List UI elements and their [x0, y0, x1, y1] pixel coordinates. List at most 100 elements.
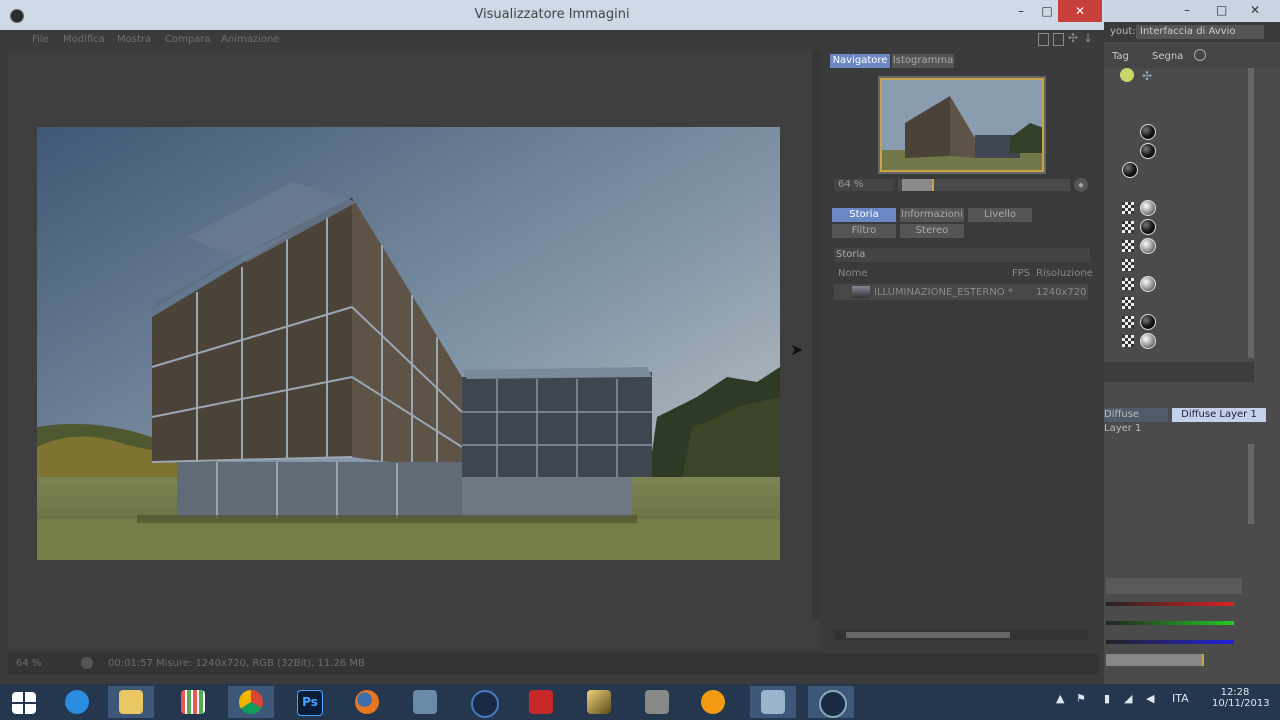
- tab-filtro[interactable]: Filtro: [832, 224, 896, 238]
- menu-mostra[interactable]: Mostra: [117, 34, 151, 45]
- tab-stereo[interactable]: Stereo: [900, 224, 964, 238]
- material-ball[interactable]: [1140, 314, 1156, 330]
- photoshop-label: Ps: [297, 690, 323, 716]
- tab-livello[interactable]: Livello: [968, 208, 1032, 222]
- desktop-icon[interactable]: [750, 686, 796, 718]
- material-ball[interactable]: [1140, 219, 1156, 235]
- texture-tag-icon[interactable]: [1122, 278, 1134, 290]
- history-hscroll-thumb[interactable]: [846, 632, 1010, 638]
- history-resolution: 1240x720: [1036, 287, 1087, 298]
- chrome-icon[interactable]: [228, 686, 274, 718]
- navigator-preview[interactable]: [878, 76, 1046, 174]
- material-ball[interactable]: [1140, 124, 1156, 140]
- window-titlebar: Visualizzatore Immagini – □ ✕: [0, 0, 1104, 30]
- media-player-icon[interactable]: [690, 686, 736, 718]
- material-ball[interactable]: [1140, 200, 1156, 216]
- zoom-slider[interactable]: [898, 179, 1070, 191]
- tab-segna[interactable]: Segna: [1152, 51, 1183, 62]
- firefox-icon[interactable]: [344, 686, 390, 718]
- language-indicator[interactable]: ITA: [1172, 692, 1189, 705]
- column-fps[interactable]: FPS: [1012, 268, 1030, 279]
- maximize-button-bg[interactable]: □: [1216, 3, 1227, 17]
- red-channel-bar[interactable]: [1106, 602, 1234, 606]
- tab-istogramma[interactable]: Istogramma: [892, 54, 954, 68]
- autocad-icon[interactable]: [518, 686, 564, 718]
- texture-tag-icon[interactable]: [1122, 335, 1134, 347]
- tab-navigatore[interactable]: Navigatore: [830, 54, 890, 68]
- start-icon[interactable]: [0, 686, 46, 718]
- texture-tag-icon[interactable]: [1122, 259, 1134, 271]
- close-button-bg[interactable]: ✕: [1250, 3, 1260, 17]
- tray-network-icon[interactable]: ◢: [1124, 692, 1132, 705]
- menu-file[interactable]: File: [32, 34, 49, 45]
- channel-slider[interactable]: [1106, 578, 1242, 594]
- menu-animazione[interactable]: Animazione: [221, 34, 279, 45]
- zoom-slider-handle[interactable]: [902, 179, 934, 191]
- target-icon[interactable]: [1120, 68, 1134, 82]
- history-name: ILLUMINAZIONE_ESTERNO *: [874, 287, 1013, 298]
- cinema4d-icon[interactable]: [460, 686, 506, 718]
- texture-tag-icon[interactable]: [1122, 316, 1134, 328]
- move-icon[interactable]: ✣: [1142, 70, 1154, 82]
- zoom-field[interactable]: 64 %: [834, 179, 894, 191]
- object-scrollbar[interactable]: [1248, 68, 1254, 358]
- render-icon[interactable]: [634, 686, 680, 718]
- zoom-reset-button[interactable]: ◆: [1074, 178, 1088, 192]
- blue-channel-bar[interactable]: [1106, 640, 1234, 644]
- clock-time: 12:28: [1220, 687, 1250, 698]
- attributes-scrollbar[interactable]: [1248, 444, 1254, 524]
- material-ball[interactable]: [1140, 238, 1156, 254]
- history-section-title: Storia: [834, 248, 1090, 262]
- internet-explorer-icon[interactable]: [54, 686, 100, 718]
- minimize-button-bg[interactable]: –: [1184, 3, 1190, 17]
- photoshop-icon[interactable]: Ps: [286, 686, 332, 718]
- menu-compara[interactable]: Compara: [165, 34, 211, 45]
- layout-select[interactable]: Interfaccia di Avvio: [1136, 25, 1264, 39]
- maximize-button[interactable]: □: [1034, 0, 1060, 22]
- archicad-icon[interactable]: [576, 686, 622, 718]
- tool-icon[interactable]: [402, 686, 448, 718]
- search-icon[interactable]: [1194, 49, 1206, 61]
- arrow-down-icon[interactable]: ↓: [1083, 31, 1093, 45]
- material-ball[interactable]: [1122, 162, 1138, 178]
- material-ball[interactable]: [1140, 276, 1156, 292]
- texture-tag-icon[interactable]: [1122, 297, 1134, 309]
- tab-diffuse-layer[interactable]: Diffuse Layer 1: [1172, 408, 1266, 422]
- texture-tag-icon[interactable]: [1122, 240, 1134, 252]
- tray-volume-icon[interactable]: ◀: [1146, 692, 1154, 705]
- clock[interactable]: 12:28 10/11/2013: [1212, 687, 1270, 709]
- close-button[interactable]: ✕: [1058, 0, 1102, 22]
- history-row[interactable]: ILLUMINAZIONE_ESTERNO * 1240x720: [834, 284, 1088, 300]
- texture-tag-icon[interactable]: [1122, 202, 1134, 214]
- tray-battery-icon[interactable]: ▮: [1104, 692, 1110, 705]
- brightness-slider[interactable]: [1106, 654, 1204, 666]
- minimize-button[interactable]: –: [1008, 0, 1034, 22]
- clock-date: 10/11/2013: [1212, 698, 1270, 709]
- zoom-stepper-icon[interactable]: [81, 657, 93, 669]
- status-info: Misure: 1240x720, RGB (32Bit), 11.26 MB: [156, 658, 365, 669]
- move-view-icon[interactable]: ✣: [1068, 31, 1078, 45]
- texture-tag-icon[interactable]: [1122, 221, 1134, 233]
- file-explorer-icon[interactable]: [108, 686, 154, 718]
- panel-icon[interactable]: [1053, 33, 1064, 46]
- tab-tag[interactable]: Tag: [1112, 51, 1129, 62]
- cinema4d-alt-icon[interactable]: [808, 686, 854, 718]
- layout-bar: yout: Interfaccia di Avvio: [1104, 22, 1280, 42]
- column-nome[interactable]: Nome: [838, 268, 868, 279]
- background-app-window: – □ ✕ yout: Interfaccia di Avvio Tag Seg…: [1104, 0, 1280, 684]
- material-ball[interactable]: [1140, 143, 1156, 159]
- material-ball[interactable]: [1140, 333, 1156, 349]
- menu-modifica[interactable]: Modifica: [63, 34, 105, 45]
- status-time: 00:01:57: [108, 658, 153, 669]
- column-risoluzione[interactable]: Risoluzione: [1036, 268, 1093, 279]
- tab-storia[interactable]: Storia: [832, 208, 896, 222]
- tab-diffuse-layer-prev[interactable]: Diffuse Layer 1: [1104, 408, 1168, 434]
- tray-arrow-icon[interactable]: ▲: [1056, 692, 1064, 705]
- green-channel-bar[interactable]: [1106, 621, 1234, 625]
- apps-grid-icon[interactable]: [170, 686, 216, 718]
- history-hscroll[interactable]: [834, 630, 1088, 640]
- tab-informazioni[interactable]: Informazioni: [900, 208, 964, 222]
- layout-icon[interactable]: [1038, 33, 1049, 46]
- tray-flag-icon[interactable]: ⚑: [1076, 692, 1086, 705]
- canvas-scrollbar[interactable]: [812, 50, 820, 618]
